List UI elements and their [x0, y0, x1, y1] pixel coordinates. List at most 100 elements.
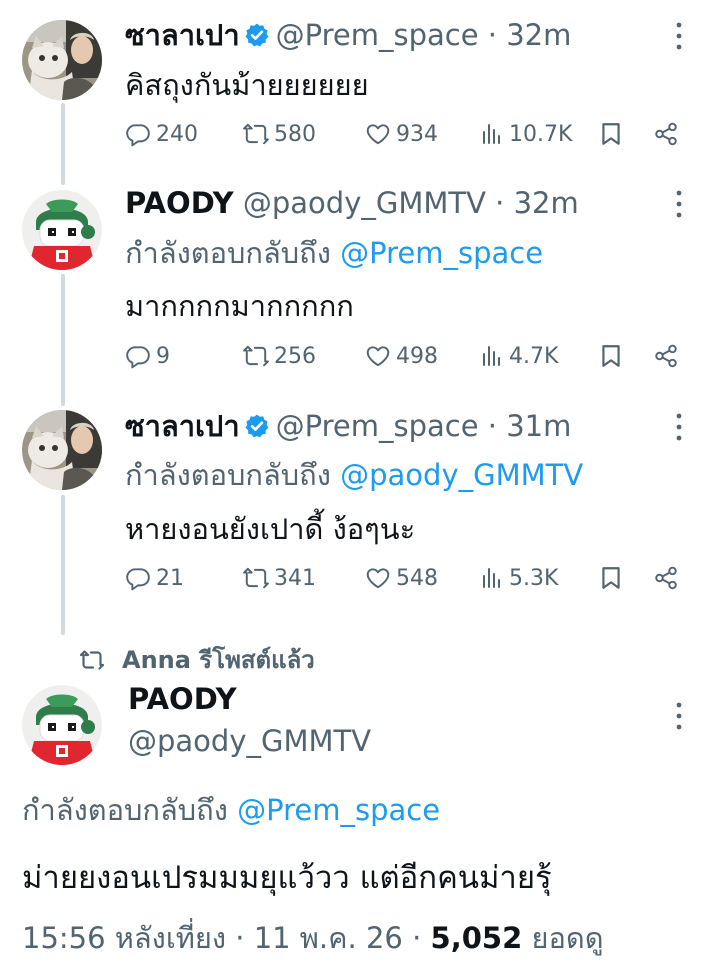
avatar-image: [22, 685, 102, 765]
retweet-button[interactable]: 256: [243, 340, 316, 372]
tweet-actions: 240 580 934 10.7K: [125, 118, 685, 150]
avatar[interactable]: [22, 685, 102, 765]
user-handle[interactable]: @Prem_space: [276, 409, 479, 443]
tweet-time[interactable]: 32m: [514, 186, 579, 220]
tweet-date[interactable]: 11 พ.ค. 26: [254, 921, 403, 955]
thread-line: [61, 495, 65, 635]
like-count: 498: [396, 343, 438, 369]
replying-label: กำลังตอบกลับถึง: [22, 793, 228, 827]
bookmark-button[interactable]: [598, 340, 624, 372]
bookmark-icon: [598, 121, 624, 147]
views-button[interactable]: 10.7K: [480, 118, 572, 150]
user-handle[interactable]: @paody_GMMTV: [128, 724, 371, 758]
like-icon: [365, 343, 391, 369]
retweet-icon: [243, 343, 269, 369]
mention-link[interactable]: @paody_GMMTV: [340, 458, 583, 492]
tweet-timestamp[interactable]: 15:56 หลังเที่ยง: [22, 921, 226, 955]
tweet-header: ซาลาเปา @Prem_space · 32m: [125, 17, 571, 53]
reply-button[interactable]: 21: [125, 562, 184, 594]
avatar-image: [22, 20, 102, 100]
views-button[interactable]: 4.7K: [480, 340, 558, 372]
like-button[interactable]: 548: [365, 562, 438, 594]
retweet-button[interactable]: 341: [243, 562, 316, 594]
tweet-time[interactable]: 31m: [506, 409, 571, 443]
reply-icon: [125, 565, 151, 591]
avatar[interactable]: [22, 20, 102, 100]
tweet-meta: 15:56 หลังเที่ยง · 11 พ.ค. 26 · 5,052 ยอ…: [22, 915, 604, 961]
thread-line: [61, 103, 65, 185]
share-button[interactable]: [653, 340, 679, 372]
retweet-icon: [243, 121, 269, 147]
views-label: ยอดดู: [531, 921, 604, 955]
tweet-text: มากกกกมากกกกก: [125, 289, 354, 323]
reply-icon: [125, 121, 151, 147]
verified-icon: [244, 413, 270, 439]
bookmark-button[interactable]: [598, 562, 624, 594]
display-name[interactable]: PAODY: [128, 682, 237, 716]
like-icon: [365, 565, 391, 591]
avatar-image: [22, 190, 102, 270]
mention-link[interactable]: @Prem_space: [340, 236, 543, 270]
reply-button[interactable]: 9: [125, 340, 170, 372]
replying-label: กำลังตอบกลับถึง: [125, 236, 331, 270]
avatar[interactable]: [22, 190, 102, 270]
replying-to: กำลังตอบกลับถึง @Prem_space: [22, 787, 440, 833]
tweet-header: ซาลาเปา @Prem_space · 31m: [125, 408, 571, 444]
views-total: 5,052: [430, 921, 523, 955]
user-handle[interactable]: @paody_GMMTV: [243, 186, 486, 220]
mention-link[interactable]: @Prem_space: [237, 793, 440, 827]
reply-icon: [125, 343, 151, 369]
views-count: 10.7K: [509, 121, 573, 147]
display-name[interactable]: ซาลาเปา: [125, 18, 240, 52]
like-count: 934: [396, 121, 438, 147]
bookmark-button[interactable]: [598, 118, 624, 150]
display-name[interactable]: PAODY: [125, 186, 234, 220]
display-name[interactable]: ซาลาเปา: [125, 409, 240, 443]
views-icon: [480, 122, 504, 146]
share-button[interactable]: [653, 562, 679, 594]
bookmark-icon: [598, 565, 624, 591]
dot-separator: ·: [226, 921, 254, 955]
like-icon: [365, 121, 391, 147]
user-handle[interactable]: @Prem_space: [276, 18, 479, 52]
replying-to: กำลังตอบกลับถึง @paody_GMMTV: [125, 452, 583, 498]
share-button[interactable]: [653, 118, 679, 150]
more-icon[interactable]: [671, 20, 687, 55]
avatar-image: [22, 410, 102, 490]
reply-count: 21: [156, 565, 184, 591]
like-count: 548: [396, 565, 438, 591]
retweet-count: 256: [274, 343, 316, 369]
avatar[interactable]: [22, 410, 102, 490]
retweet-button[interactable]: 580: [243, 118, 316, 150]
repost-icon: [80, 648, 104, 672]
like-button[interactable]: 498: [365, 340, 438, 372]
like-button[interactable]: 934: [365, 118, 438, 150]
share-icon: [653, 343, 679, 369]
views-count: 4.7K: [509, 343, 559, 369]
views-icon: [480, 566, 504, 590]
views-icon: [480, 344, 504, 368]
replying-label: กำลังตอบกลับถึง: [125, 458, 331, 492]
share-icon: [653, 121, 679, 147]
replying-to: กำลังตอบกลับถึง @Prem_space: [125, 230, 543, 276]
retweet-count: 341: [274, 565, 316, 591]
repost-banner[interactable]: Anna รีโพสต์แล้ว: [80, 640, 315, 679]
more-icon[interactable]: [671, 700, 687, 735]
tweet-time[interactable]: 32m: [506, 18, 571, 52]
dot-separator: ·: [478, 18, 507, 52]
share-icon: [653, 565, 679, 591]
tweet-header: PAODY @paody_GMMTV · 32m: [125, 185, 579, 221]
tweet-text: ม่ายยงอนเปรมมมยุแว้วว แต่อีกคนม่ายรุ้: [22, 860, 552, 896]
views-button[interactable]: 5.3K: [480, 562, 558, 594]
more-icon[interactable]: [671, 411, 687, 446]
dot-separator: ·: [478, 409, 507, 443]
tweet-text: หายงอนยังเปาดี้ ง้อๆนะ: [125, 512, 416, 546]
reply-button[interactable]: 240: [125, 118, 198, 150]
dot-separator: ·: [402, 921, 431, 955]
tweet-text: คิสถุงกันม้ายยยยยย: [125, 68, 369, 102]
tweet-actions: 21 341 548 5.3K: [125, 562, 685, 594]
verified-icon: [244, 22, 270, 48]
reply-count: 9: [156, 343, 170, 369]
more-icon[interactable]: [671, 188, 687, 223]
thread-line: [61, 274, 65, 406]
